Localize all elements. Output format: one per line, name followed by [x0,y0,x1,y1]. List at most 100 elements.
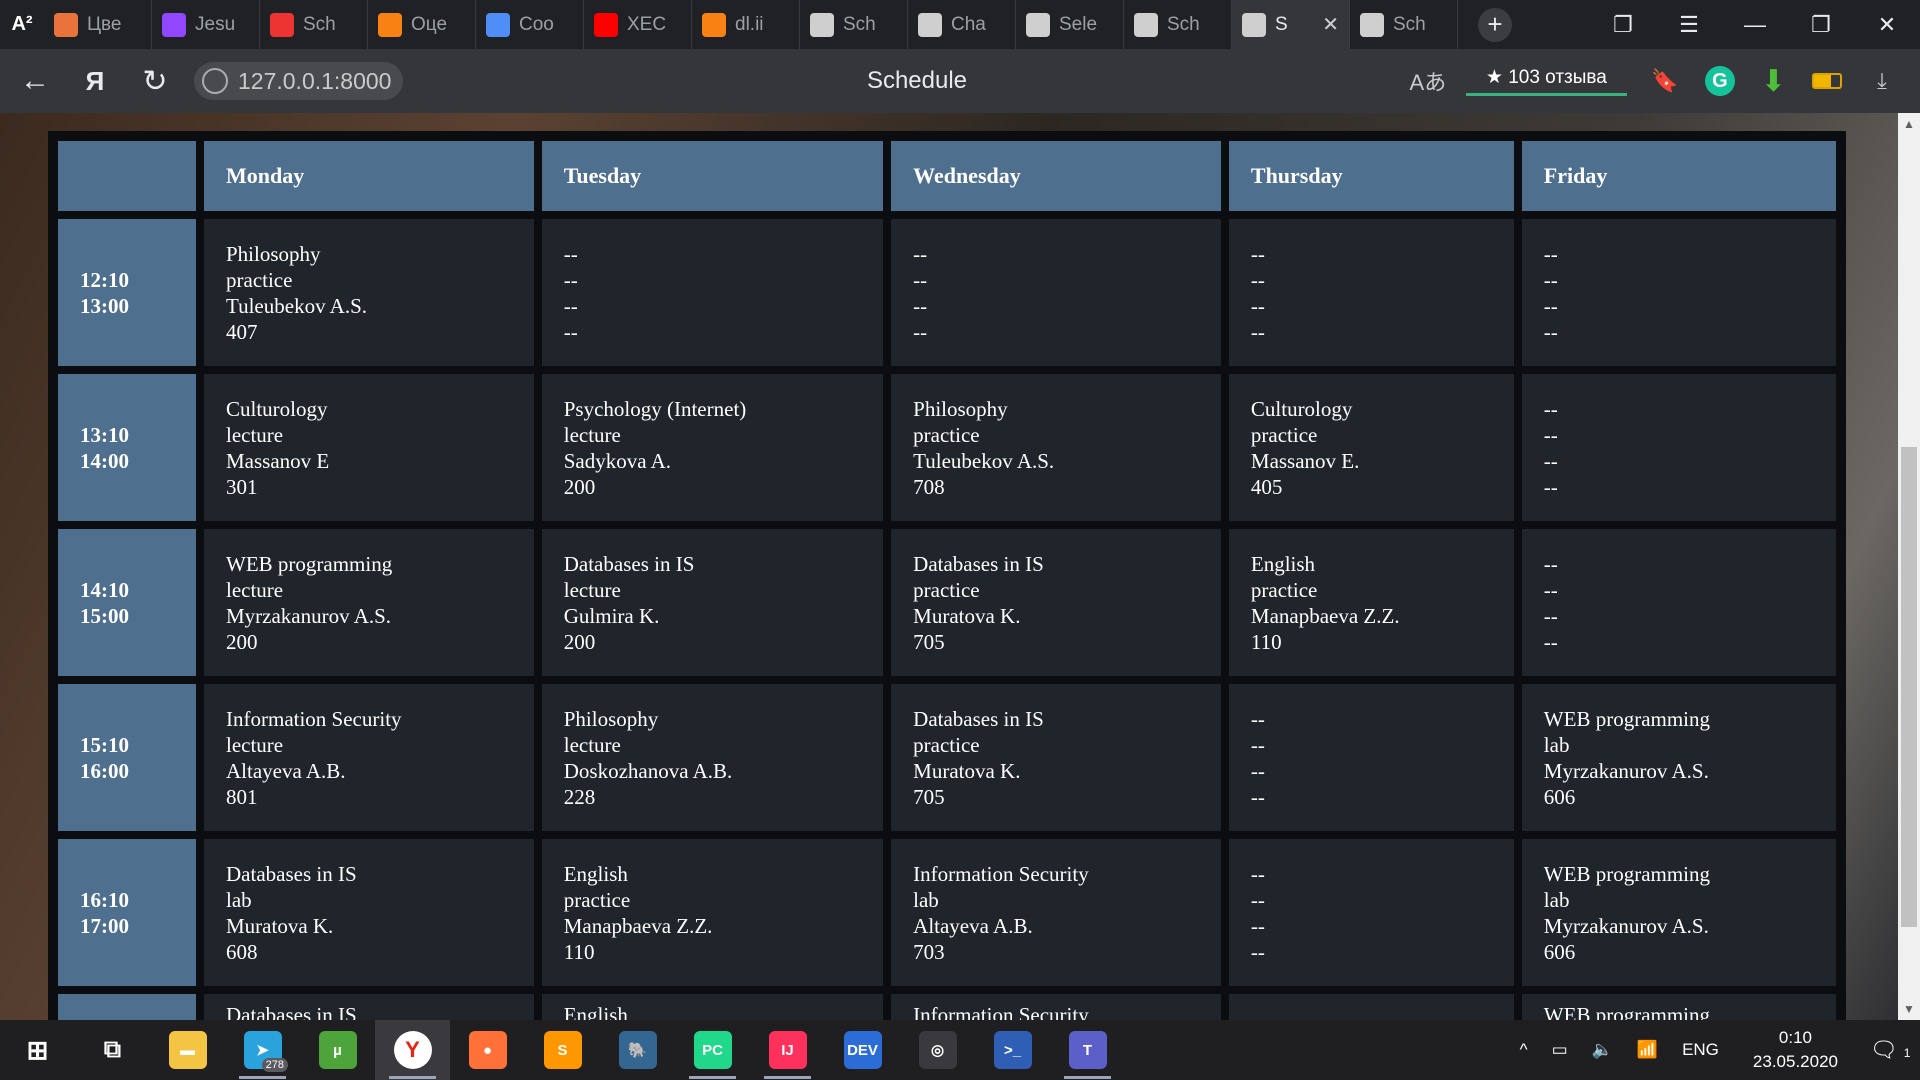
day-header-cell: Wednesday [891,141,1221,211]
browser-tab[interactable]: Оце [368,0,476,49]
taskbar-sublime-text[interactable]: S [525,1020,600,1080]
bookmark-icon[interactable]: 🔖 [1641,68,1689,94]
downloads-icon[interactable]: ⤓ [1858,68,1906,94]
system-tray: ^ ▭ 🔈 📶 ENG 0:10 23.05.2020 🗨 1 [1508,1020,1920,1080]
class-cell: Information Security lab Altayeva A.B. 703 [891,839,1221,986]
browser-tab[interactable]: dl.ii [692,0,800,49]
teacher: -- [1250,758,1265,783]
download-extension-icon[interactable]: ⬇ [1761,64,1786,99]
schedule-icon [270,12,294,37]
browser-tab[interactable]: S ✕ [1232,0,1350,49]
table-row: Databases in IS English Information Securi… [58,994,1836,1020]
browser-tab[interactable]: Sele [1016,0,1124,49]
collections-icon[interactable]: ❐ [1590,12,1656,38]
battery-saver-icon[interactable] [1812,73,1842,89]
room: 407 [226,319,258,344]
tab-label: dl.ii [735,13,764,35]
room: -- [1543,629,1558,654]
class-type: practice [913,732,980,757]
translate-icon[interactable]: Aあ [1404,65,1452,97]
taskbar-intellij[interactable]: IJ [750,1020,825,1080]
volume-icon[interactable]: 🔈 [1592,1040,1613,1060]
class-type: practice [913,422,980,447]
browser-tab[interactable]: XEC [584,0,692,49]
subject: -- [913,241,928,266]
class-cell: Philosophy practice Tuleubekov A.S. 708 [891,374,1221,521]
taskbar-postgresql[interactable]: 🐘 [600,1020,675,1080]
grammarly-icon[interactable]: G [1704,66,1735,96]
room: 200 [226,629,258,654]
yandex-home-icon[interactable]: Я [70,56,120,106]
browser-tab[interactable]: Sch [1350,0,1458,49]
taskbar-task-view[interactable]: ⧉ [75,1020,150,1080]
room: -- [1543,474,1558,499]
table-row: 14:10 15:00 WEB programming lecture Myrzakan… [58,529,1836,676]
class-type: practice [226,267,293,292]
url-field[interactable]: 127.0.0.1:8000 [194,62,404,100]
teacher: Altayeva A.B. [913,913,1033,938]
window-controls: ❐ ☰ — ❐ ✕ [1590,0,1920,49]
minimize-button[interactable]: — [1722,12,1788,38]
notification-count: 1 [1903,1046,1911,1060]
reload-button[interactable]: ↻ [130,56,180,106]
chevron-up-icon[interactable]: ^ [1520,1040,1528,1060]
class-type: lecture [563,422,621,447]
teacher: Manapbaeva Z.Z. [1250,603,1400,628]
taskbar-teams[interactable]: T [1050,1020,1125,1080]
restore-button[interactable]: ❐ [1788,12,1854,38]
subject: -- [1250,241,1265,266]
scroll-up-icon[interactable]: ▲ [1898,117,1920,131]
wifi-icon[interactable]: 📶 [1637,1040,1658,1060]
start-button[interactable]: ⊞ [0,1020,75,1080]
menu-icon[interactable]: ☰ [1656,12,1722,38]
taskbar-devcpp[interactable]: DEV [825,1020,900,1080]
taskbar-utorrent[interactable]: µ [300,1020,375,1080]
clock[interactable]: 0:10 23.05.2020 [1753,1026,1838,1074]
class-cell: Philosophy lecture Doskozhanova A.B. 228 [541,684,884,831]
taskbar-yandex-browser[interactable]: Y [375,1020,450,1080]
subject: Culturology [226,396,328,421]
browser-tab[interactable]: Coo [476,0,584,49]
chat-icon [486,12,510,37]
day-header-cell: Thursday [1228,141,1514,211]
youtube-icon [594,12,618,37]
close-window-button[interactable]: ✕ [1854,12,1920,38]
subject: Information Security [913,1003,1089,1020]
browser-tab[interactable]: Sch [260,0,368,49]
reviews-badge[interactable]: ★ 103 отзыва [1465,66,1627,96]
class-type: lab [1543,732,1570,757]
taskbar-obs[interactable]: ◎ [900,1020,975,1080]
browser-tab[interactable]: Sch [1124,0,1232,49]
browser-tab[interactable]: Sch [800,0,908,49]
teacher: -- [1250,293,1265,318]
file-explorer-icon: ▬ [168,1031,207,1069]
taskbar-pycharm[interactable]: PC [675,1020,750,1080]
class-type: lecture [226,422,284,447]
scrollbar-thumb[interactable] [1901,447,1917,927]
room: 228 [563,784,596,809]
day-header-cell: Friday [1521,141,1836,211]
end-time: 17:00 [80,913,129,938]
new-tab-button[interactable]: + [1478,7,1512,42]
end-time: 16:00 [80,758,129,783]
scroll-down-icon[interactable]: ▼ [1898,1002,1920,1016]
vertical-scrollbar[interactable]: ▲ ▼ [1898,113,1920,1020]
browser-tab[interactable]: Cha [908,0,1016,49]
taskbar-file-explorer[interactable]: ▬ [150,1020,225,1080]
back-button[interactable]: ← [10,56,60,106]
notification-center-button[interactable]: 🗨 1 [1860,1037,1920,1063]
class-type: -- [1543,267,1558,292]
class-cell: Psychology (Internet) lecture Sadykova A. 2… [541,374,884,521]
browser-tab[interactable]: Цве [44,0,152,49]
taskbar-firefox[interactable]: ● [450,1020,525,1080]
browser-tab[interactable]: Jesu [152,0,260,49]
app-logo: A² [11,13,33,35]
obs-icon: ◎ [918,1031,957,1069]
room: 708 [913,474,945,499]
language-indicator[interactable]: ENG [1682,1040,1719,1060]
close-tab-icon[interactable]: ✕ [1322,12,1339,37]
taskbar-powershell[interactable]: >_ [975,1020,1050,1080]
taskbar-telegram[interactable]: ➤ 278 [225,1020,300,1080]
battery-icon[interactable]: ▭ [1552,1040,1568,1060]
subject: English [1250,551,1316,576]
